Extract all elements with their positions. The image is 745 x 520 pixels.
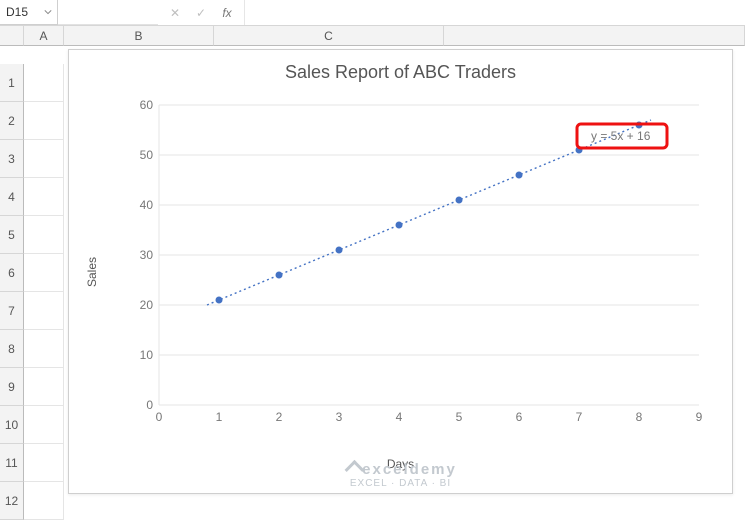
watermark-logo: exceldemy EXCEL · DATA · BI xyxy=(344,460,457,490)
chart-title[interactable]: Sales Report of ABC Traders xyxy=(69,50,732,85)
svg-text:9: 9 xyxy=(696,410,703,424)
svg-text:10: 10 xyxy=(140,348,154,362)
select-all-corner[interactable] xyxy=(0,26,24,46)
cell[interactable] xyxy=(24,216,64,254)
row-header[interactable]: 3 xyxy=(0,140,24,178)
name-box[interactable]: D15 xyxy=(0,0,58,25)
svg-text:0: 0 xyxy=(156,410,163,424)
row-header[interactable]: 12 xyxy=(0,482,24,520)
row-header[interactable]: 11 xyxy=(0,444,24,482)
row-header[interactable]: 6 xyxy=(0,254,24,292)
formula-bar-buttons: ✕ ✓ fx xyxy=(158,0,244,25)
chart-plot-area[interactable]: 0 10 20 30 40 50 60 0 1 2 3 4 5 6 7 8 9 y = 5x + 16 xyxy=(129,100,709,430)
cell[interactable] xyxy=(24,292,64,330)
svg-text:1: 1 xyxy=(216,410,223,424)
row-header[interactable]: 5 xyxy=(0,216,24,254)
svg-text:8: 8 xyxy=(636,410,643,424)
svg-text:7: 7 xyxy=(576,410,583,424)
cell[interactable] xyxy=(24,406,64,444)
chevron-down-icon[interactable] xyxy=(41,0,55,24)
svg-text:20: 20 xyxy=(140,298,154,312)
svg-text:60: 60 xyxy=(140,100,154,112)
cell[interactable] xyxy=(24,368,64,406)
trendline-equation-label[interactable]: y = 5x + 16 xyxy=(591,129,651,143)
cell[interactable] xyxy=(24,330,64,368)
svg-text:0: 0 xyxy=(146,398,153,412)
cell[interactable] xyxy=(24,102,64,140)
name-box-value: D15 xyxy=(6,5,28,19)
cell[interactable] xyxy=(24,482,64,520)
col-header-B[interactable]: B xyxy=(64,26,214,46)
svg-text:40: 40 xyxy=(140,198,154,212)
svg-text:30: 30 xyxy=(140,248,154,262)
svg-text:6: 6 xyxy=(516,410,523,424)
row-header[interactable]: 8 xyxy=(0,330,24,368)
formula-input[interactable] xyxy=(244,0,745,25)
row-header[interactable]: 1 xyxy=(0,64,24,102)
cancel-icon[interactable]: ✕ xyxy=(166,6,184,20)
formula-bar: D15 ✕ ✓ fx xyxy=(0,0,745,26)
col-header-C[interactable]: C xyxy=(214,26,444,46)
chart-object[interactable]: Sales Report of ABC Traders Sales 010203… xyxy=(68,49,733,494)
x-axis-ticks: 0 1 2 3 4 5 6 7 8 9 xyxy=(156,410,703,424)
cell[interactable] xyxy=(24,254,64,292)
row-header[interactable]: 4 xyxy=(0,178,24,216)
svg-text:4: 4 xyxy=(396,410,403,424)
row-header[interactable]: 7 xyxy=(0,292,24,330)
chart-gridlines xyxy=(159,105,699,405)
col-header-A[interactable]: A xyxy=(24,26,64,46)
svg-text:5: 5 xyxy=(456,410,463,424)
y-axis-label[interactable]: Sales xyxy=(85,256,99,286)
fx-icon[interactable]: fx xyxy=(218,6,236,20)
watermark-line2: EXCEL · DATA · BI xyxy=(344,478,457,489)
row-header[interactable]: 2 xyxy=(0,102,24,140)
cell[interactable] xyxy=(24,178,64,216)
row-header[interactable]: 10 xyxy=(0,406,24,444)
y-axis-ticks: 0 10 20 30 40 50 60 xyxy=(140,100,154,412)
watermark-line1: exceldemy xyxy=(362,461,457,478)
svg-text:3: 3 xyxy=(336,410,343,424)
row-header[interactable]: 9 xyxy=(0,368,24,406)
col-header-blank[interactable] xyxy=(444,26,745,46)
confirm-icon[interactable]: ✓ xyxy=(192,6,210,20)
svg-text:50: 50 xyxy=(140,148,154,162)
cell[interactable] xyxy=(24,64,64,102)
svg-text:2: 2 xyxy=(276,410,283,424)
cell[interactable] xyxy=(24,444,64,482)
cell[interactable] xyxy=(24,140,64,178)
